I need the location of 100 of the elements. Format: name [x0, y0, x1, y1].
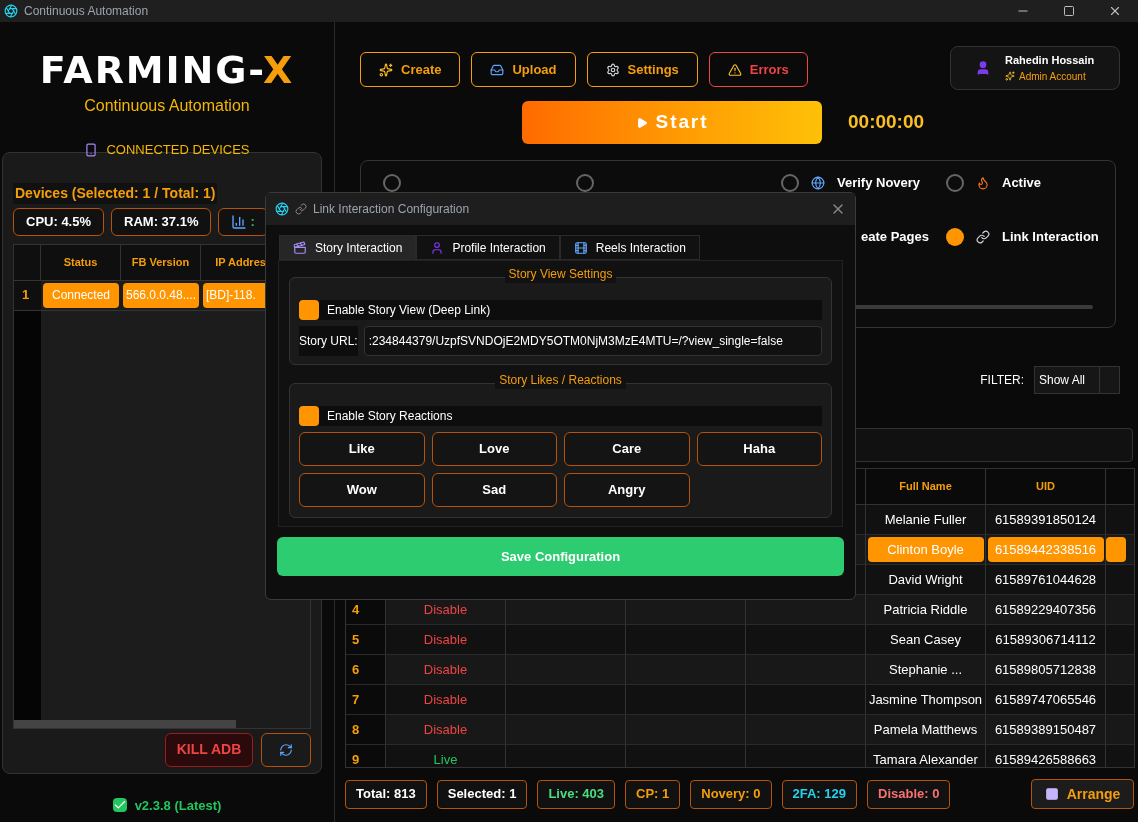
reaction-button[interactable]: Love: [431, 432, 557, 466]
url-field[interactable]: :234844379/UzpfSVNDOjE2MDY5OTM0NjM3MzE4MTU=/?view_single=false: [363, 326, 822, 356]
filter-dropdown[interactable]: Show All: [1034, 366, 1120, 394]
row-number: 7: [346, 685, 386, 714]
toolbar-button[interactable]: Upload: [471, 52, 576, 87]
flame-icon: [976, 176, 990, 190]
counter-chip: Total: 813: [345, 779, 427, 809]
dialog-tab[interactable]: Story Interaction: [279, 235, 417, 260]
table-cell-text: Jasmine Thompson: [868, 690, 983, 709]
column-header: Status: [41, 244, 121, 280]
toolbar-button[interactable]: Create: [360, 52, 461, 87]
table-cell-text: David Wright: [888, 570, 963, 589]
table-cell-text: 61589389150487: [994, 720, 1097, 739]
scrollbar[interactable]: [14, 719, 236, 728]
counter-chip: Live: 403: [537, 779, 616, 809]
table-cell-text: Pamela Matthews: [873, 720, 978, 739]
dialog-tab[interactable]: Reels Interaction: [559, 235, 700, 260]
globe-icon: [811, 176, 825, 190]
table-row[interactable]: 5 Disable Sean Casey 61589306714112: [346, 625, 1134, 655]
reaction-button[interactable]: Angry: [564, 473, 690, 507]
clapperboard-icon: [293, 240, 307, 255]
person-icon: [430, 240, 445, 255]
link-icon: [976, 230, 990, 244]
table-cell: 61589442338516: [987, 537, 1104, 562]
table-row[interactable]: 8 Disable Pamela Matthews 61589389150487: [346, 715, 1134, 745]
table-row[interactable]: 7 Disable Jasmine Thompson 61589747065546: [346, 685, 1134, 715]
film-icon: [573, 240, 588, 255]
user-card[interactable]: Rahedin Hossain Admin Account: [950, 46, 1120, 90]
table-cell-text: 61589306714112: [995, 630, 1096, 649]
radio-button[interactable]: [946, 174, 964, 192]
refresh-button[interactable]: [261, 732, 311, 767]
counter-chip: Disable: 0: [867, 779, 951, 809]
version-label: v2.3.8 (Latest): [134, 796, 222, 815]
checkbox-row[interactable]: Enable Story View (Deep Link): [299, 300, 822, 320]
app-logo-icon: [4, 4, 18, 18]
counter-chip: CP: 1: [625, 779, 681, 809]
reaction-button[interactable]: Like: [299, 432, 425, 466]
user-role: Admin Account: [1019, 69, 1086, 84]
table-cell-text: 61589229407356: [994, 600, 1097, 619]
url-label: Story URL:: [299, 326, 358, 356]
counter-chip: Novery: 0: [690, 779, 772, 809]
timer: 00:00:00: [848, 110, 925, 135]
row-number: 6: [346, 655, 386, 684]
reaction-button[interactable]: Haha: [696, 432, 822, 466]
status-text: Disable: [423, 660, 468, 679]
option-label: Verify Novery: [837, 174, 921, 193]
reaction-button[interactable]: Wow: [299, 473, 425, 507]
toolbar-button[interactable]: Errors: [708, 52, 808, 87]
section-heading: CONNECTED DEVICES: [106, 141, 250, 159]
checkbox[interactable]: [299, 300, 319, 320]
filter-label: FILTER:: [980, 372, 1024, 389]
phone-icon: [84, 142, 99, 157]
settings-icon: [605, 62, 620, 77]
reaction-button[interactable]: Care: [564, 432, 690, 466]
dialog-tab[interactable]: Profile Interaction: [416, 235, 560, 260]
sparkles-icon: [379, 62, 393, 77]
option-label: Active: [1002, 174, 1042, 193]
row-number: 1: [14, 280, 41, 310]
radio-button[interactable]: [946, 228, 964, 246]
row-number: 5: [346, 625, 386, 654]
table-cell-text: 61589747065546: [994, 690, 1097, 709]
logo-text: FARMING-: [39, 48, 263, 92]
table-cell: Connected: [43, 282, 119, 308]
stat-chip: :: [218, 207, 268, 236]
inbox-icon: [490, 62, 505, 77]
play-icon: [635, 116, 648, 129]
app-logo-icon: [275, 202, 289, 216]
table-cell-text: Patricia Riddle: [883, 600, 968, 619]
status-text: Disable: [423, 600, 468, 619]
toolbar-button[interactable]: Settings: [586, 52, 698, 87]
window-title: Continuous Automation: [24, 3, 149, 20]
option-label: Link Interaction: [1002, 228, 1099, 247]
refresh-icon: [279, 742, 293, 757]
table-cell-text: Tamara Alexander: [873, 750, 978, 767]
stat-chip: RAM: 37.1%: [111, 207, 212, 236]
reaction-button[interactable]: Sad: [431, 473, 557, 507]
square-icon: [1044, 787, 1059, 801]
checkbox[interactable]: [299, 406, 319, 426]
row-number: 8: [346, 715, 386, 744]
table-cell-text: 61589426588663: [994, 750, 1097, 767]
maximize-icon: [1063, 5, 1075, 17]
column-header: FB Version: [121, 244, 201, 280]
table-cell-text: 61589761044628: [994, 570, 1097, 589]
table-row[interactable]: 6 Disable Stephanie ... 61589805712838: [346, 655, 1134, 685]
person-icon: [975, 60, 991, 76]
check-icon: [112, 798, 127, 813]
row-number: 9: [346, 745, 386, 767]
sparkles-icon: [1005, 71, 1015, 82]
status-text: Live: [433, 750, 458, 767]
user-name: Rahedin Hossain: [1005, 53, 1095, 69]
devices-summary: Devices (Selected: 1 / Total: 1): [13, 182, 218, 204]
close-icon: [1108, 4, 1122, 18]
checkbox-row[interactable]: Enable Story Reactions: [299, 406, 822, 426]
logo-accent: X: [262, 48, 295, 92]
arrange-button[interactable]: Arrange: [1031, 779, 1134, 809]
table-cell: 566.0.0.48....: [123, 282, 199, 308]
status-text: Disable: [423, 630, 468, 649]
table-cell-text: Melanie Fuller: [884, 510, 967, 529]
signal-icon: [231, 213, 248, 230]
kill-adb-button[interactable]: KILL ADB: [165, 732, 253, 767]
